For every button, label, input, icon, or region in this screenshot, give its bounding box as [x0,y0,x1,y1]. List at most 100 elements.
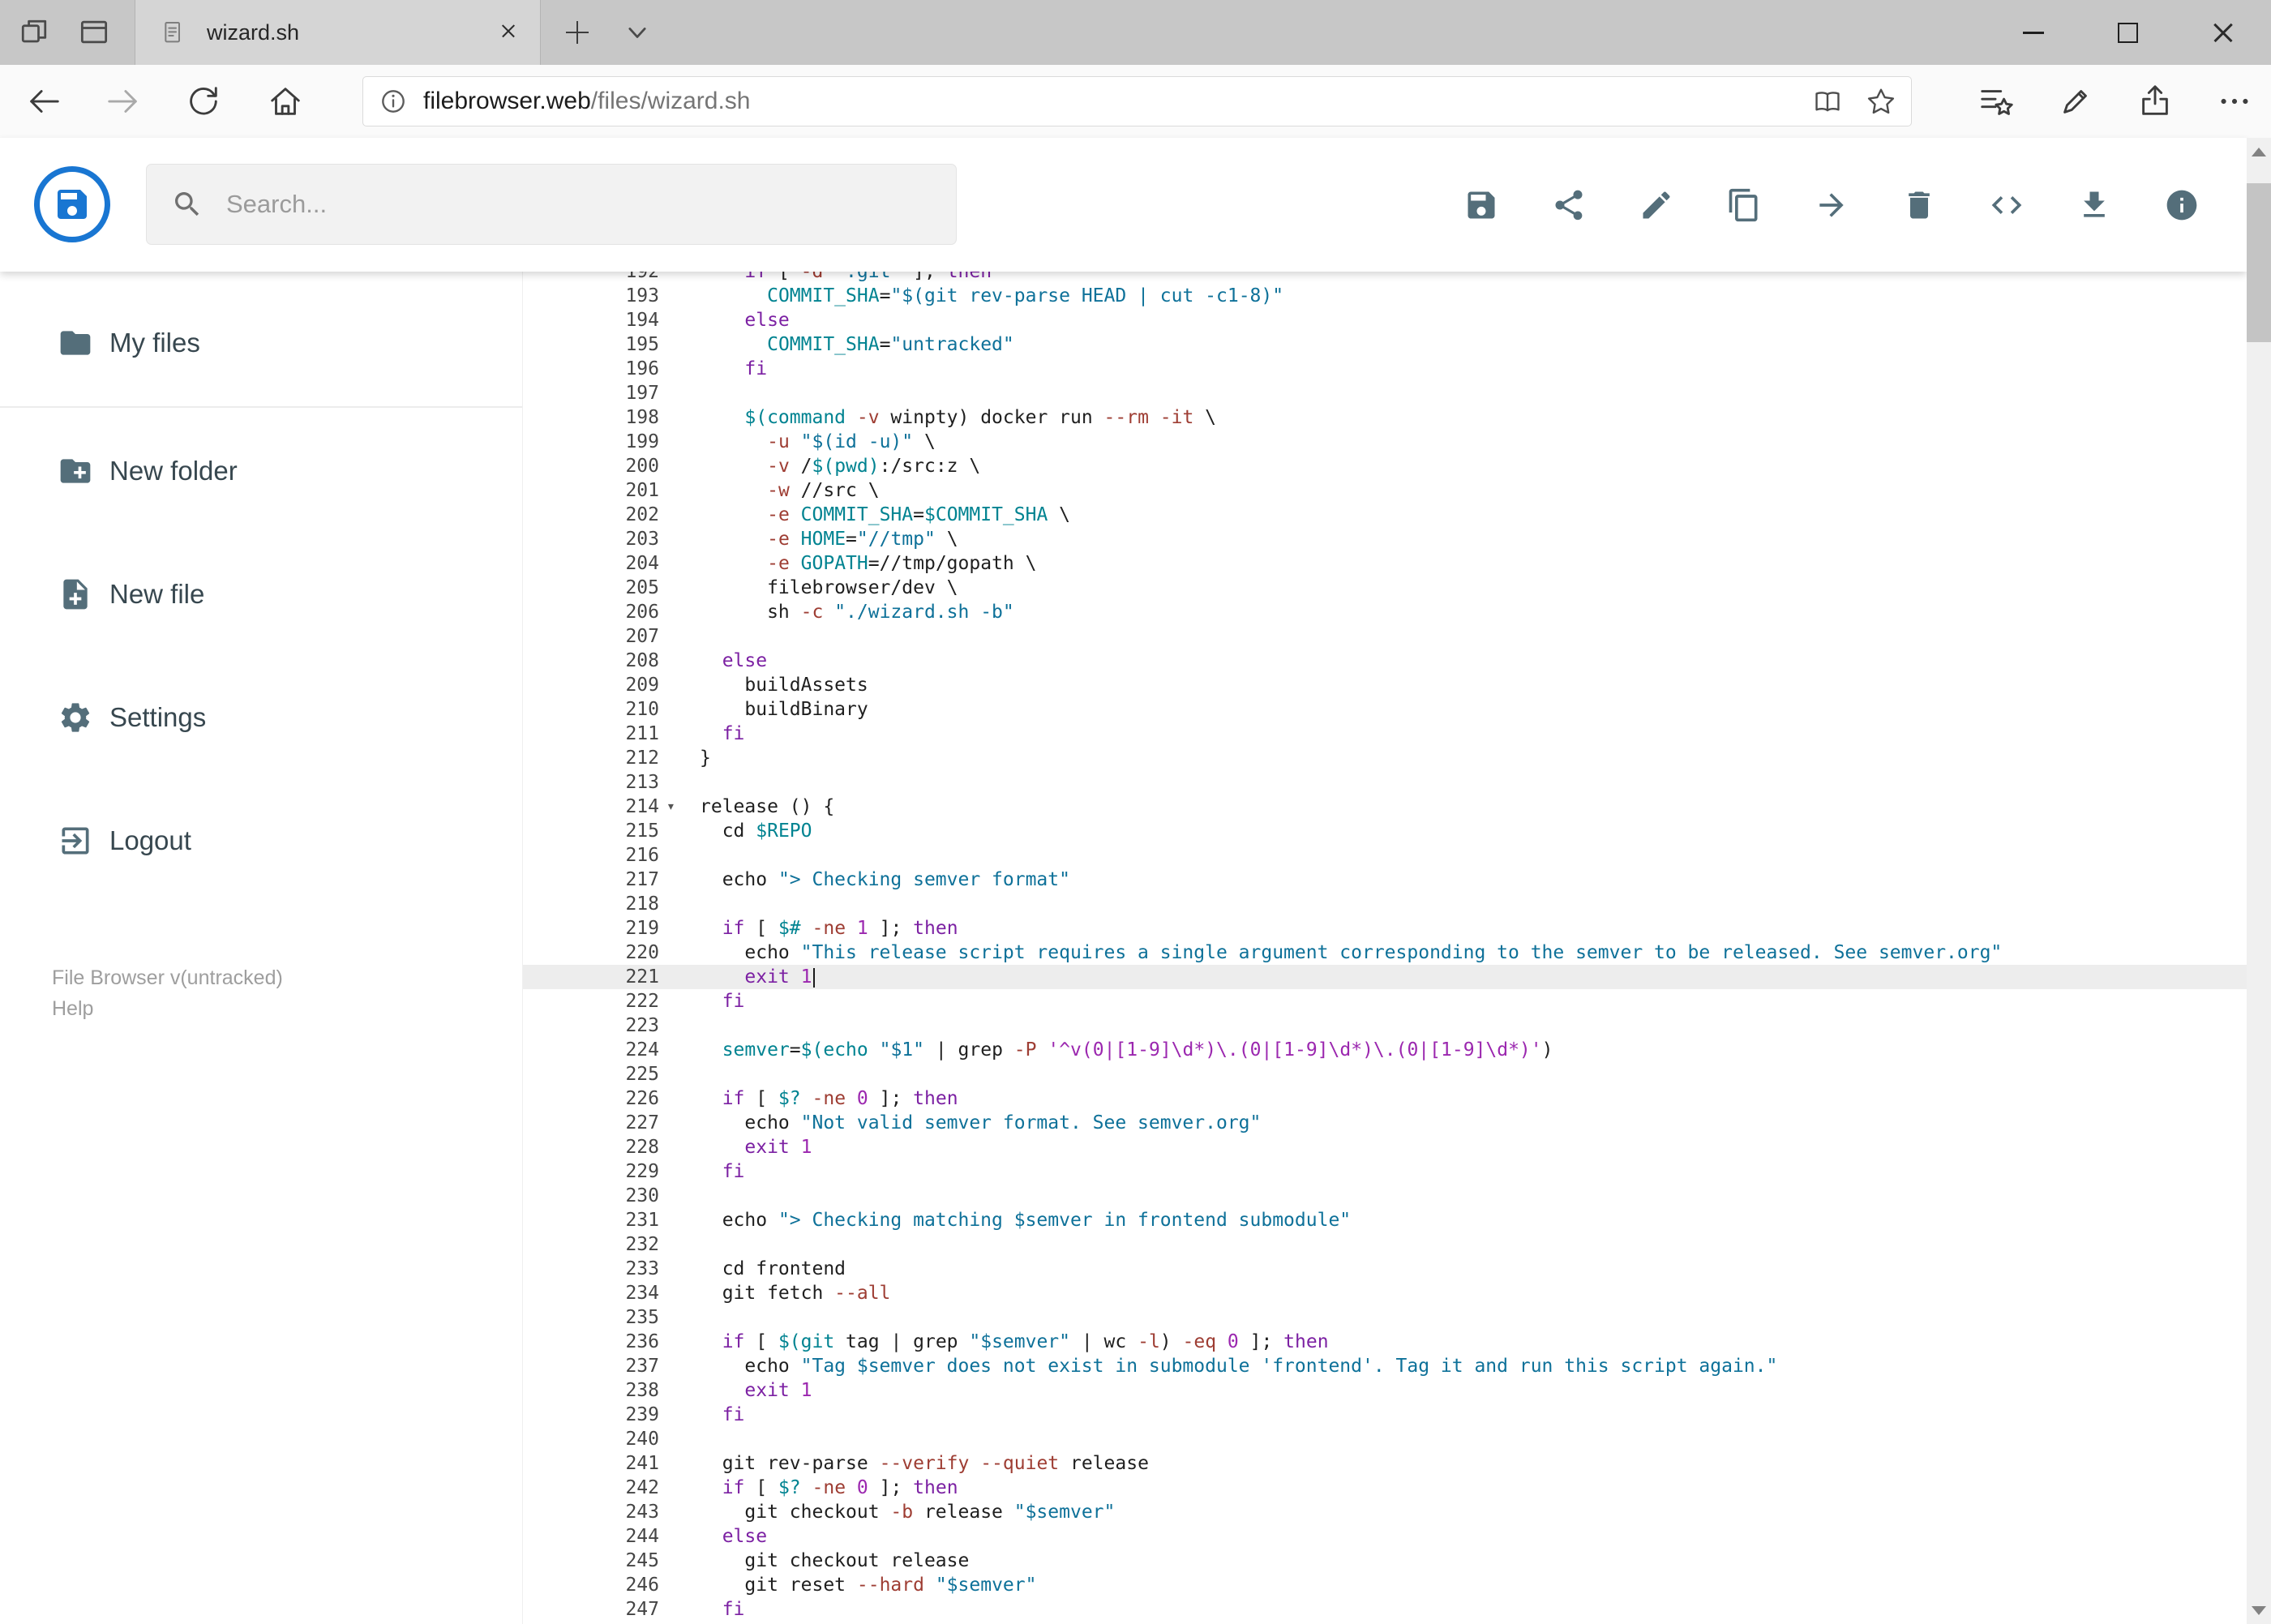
code-line[interactable]: 231 echo "> Checking matching $semver in… [523,1208,2247,1232]
hub-favorites-icon[interactable] [1977,83,2015,120]
code-line[interactable]: 204 -e GOPATH=//tmp/gopath \ [523,551,2247,576]
sidebar-item-logout[interactable]: Logout [0,779,522,902]
more-options-icon[interactable] [2216,83,2253,120]
code-editor[interactable]: 192 if [ -d ".git" ]; then 193 COMMIT_SHA… [523,272,2247,1624]
code-line[interactable]: 243 git checkout -b release "$semver" [523,1500,2247,1524]
new-tab-button[interactable] [561,16,593,49]
code-line[interactable]: 225 [523,1062,2247,1086]
code-line[interactable]: 218 [523,892,2247,916]
code-line[interactable]: 217 echo "> Checking semver format" [523,868,2247,892]
code-line[interactable]: 238 exit 1 [523,1378,2247,1403]
code-line[interactable]: 196 fi [523,357,2247,381]
code-line[interactable]: 210 buildBinary [523,697,2247,722]
code-line[interactable]: 222 fi [523,989,2247,1013]
code-line[interactable]: 242 if [ $? -ne 0 ]; then [523,1476,2247,1500]
code-line[interactable]: 207 [523,624,2247,649]
code-line[interactable]: 213 [523,770,2247,795]
code-line[interactable]: 205 filebrowser/dev \ [523,576,2247,600]
code-line[interactable]: 234 git fetch --all [523,1281,2247,1305]
code-line[interactable]: 220 echo "This release script requires a… [523,941,2247,965]
home-button[interactable] [267,83,304,120]
tab-close-icon[interactable] [496,19,521,47]
code-line[interactable]: 201 -w //src \ [523,478,2247,503]
sidebar-item-new-file[interactable]: New file [0,533,522,656]
code-line[interactable]: 244 else [523,1524,2247,1549]
share-icon[interactable] [1551,187,1587,223]
code-line[interactable]: 241 git rev-parse --verify --quiet relea… [523,1451,2247,1476]
code-line[interactable]: 247 fi [523,1597,2247,1622]
page-scrollbar[interactable] [2247,138,2271,1624]
close-button[interactable] [2176,0,2271,65]
code-line[interactable]: 237 echo "Tag $semver does not exist in … [523,1354,2247,1378]
copy-icon[interactable] [1726,187,1762,223]
code-line[interactable]: 194 else [523,308,2247,332]
code-line[interactable]: 221 exit 1 [523,965,2247,989]
scroll-down-button[interactable] [2247,1596,2271,1624]
refresh-button[interactable] [184,83,221,120]
code-line[interactable]: 203 -e HOME="//tmp" \ [523,527,2247,551]
code-line[interactable]: 209 buildAssets [523,673,2247,697]
code-line[interactable]: 211 fi [523,722,2247,746]
code-line[interactable]: 226 if [ $? -ne 0 ]; then [523,1086,2247,1111]
code-line[interactable]: 245 git checkout release [523,1549,2247,1573]
code-line[interactable]: 232 [523,1232,2247,1257]
back-button[interactable] [25,83,62,120]
code-line[interactable]: 227 echo "Not valid semver format. See s… [523,1111,2247,1135]
code-line[interactable]: 224 semver=$(echo "$1" | grep -P '^v(0|[… [523,1038,2247,1062]
tab-list-chevron-icon[interactable] [619,15,655,50]
code-line[interactable]: 212} [523,746,2247,770]
fold-marker-icon[interactable]: ▾ [659,795,700,819]
rename-pencil-icon[interactable] [1639,187,1674,223]
code-line[interactable]: 235 [523,1305,2247,1330]
code-line[interactable]: 197 [523,381,2247,405]
code-line[interactable]: 215 cd $REPO [523,819,2247,843]
code-line[interactable]: 246 git reset --hard "$semver" [523,1573,2247,1597]
share-page-icon[interactable] [2136,83,2174,120]
code-line[interactable]: 193 COMMIT_SHA="$(git rev-parse HEAD | c… [523,284,2247,308]
sidebar-item-new-folder[interactable]: New folder [0,409,522,533]
code-line[interactable]: 219 if [ $# -ne 1 ]; then [523,916,2247,941]
code-line[interactable]: 216 [523,843,2247,868]
info-icon[interactable] [2164,187,2200,223]
sidebar-item-settings[interactable]: Settings [0,656,522,779]
code-line[interactable]: 239 fi [523,1403,2247,1427]
delete-trash-icon[interactable] [1901,187,1937,223]
scrollbar-thumb[interactable] [2247,183,2271,342]
favorite-star-icon[interactable] [1866,86,1896,117]
reading-view-icon[interactable] [1812,86,1843,117]
tabs-set-aside-icon[interactable] [16,15,52,50]
code-line[interactable]: 206 sh -c "./wizard.sh -b" [523,600,2247,624]
site-info-icon[interactable] [378,86,409,117]
switch-editor-code-icon[interactable] [1989,187,2025,223]
filebrowser-logo[interactable] [34,166,110,242]
url-input[interactable]: filebrowser.web/files/wizard.sh [362,76,1912,126]
code-line[interactable]: 202 -e COMMIT_SHA=$COMMIT_SHA \ [523,503,2247,527]
move-arrow-icon[interactable] [1814,187,1849,223]
save-icon[interactable] [1463,187,1499,223]
code-line[interactable]: 233 cd frontend [523,1257,2247,1281]
scroll-up-button[interactable] [2247,138,2271,165]
code-line[interactable]: 240 [523,1427,2247,1451]
code-line[interactable]: 223 [523,1013,2247,1038]
code-line[interactable]: 230 [523,1184,2247,1208]
code-line[interactable]: 192 if [ -d ".git" ]; then [523,272,2247,284]
forward-button[interactable] [105,83,142,120]
code-line[interactable]: 214 ▾ release () { [523,795,2247,819]
search-box[interactable] [146,164,957,245]
web-note-pen-icon[interactable] [2057,83,2094,120]
code-line[interactable]: 195 COMMIT_SHA="untracked" [523,332,2247,357]
minimize-button[interactable] [1986,0,2080,65]
tabs-you-set-aside-icon[interactable] [76,15,112,50]
code-line[interactable]: 200 -v /$(pwd):/src:z \ [523,454,2247,478]
code-line[interactable]: 199 -u "$(id -u)" \ [523,430,2247,454]
maximize-button[interactable] [2080,0,2175,65]
help-link[interactable]: Help [52,993,283,1024]
code-line[interactable]: 236 if [ $(git tag | grep "$semver" | wc… [523,1330,2247,1354]
code-line[interactable]: 208 else [523,649,2247,673]
code-line[interactable]: 229 fi [523,1159,2247,1184]
sidebar-item-my-files[interactable]: My files [0,281,522,405]
download-icon[interactable] [2076,187,2112,223]
browser-tab[interactable]: wizard.sh [135,0,541,65]
code-line[interactable]: 228 exit 1 [523,1135,2247,1159]
code-line[interactable]: 198 $(command -v winpty) docker run --rm… [523,405,2247,430]
